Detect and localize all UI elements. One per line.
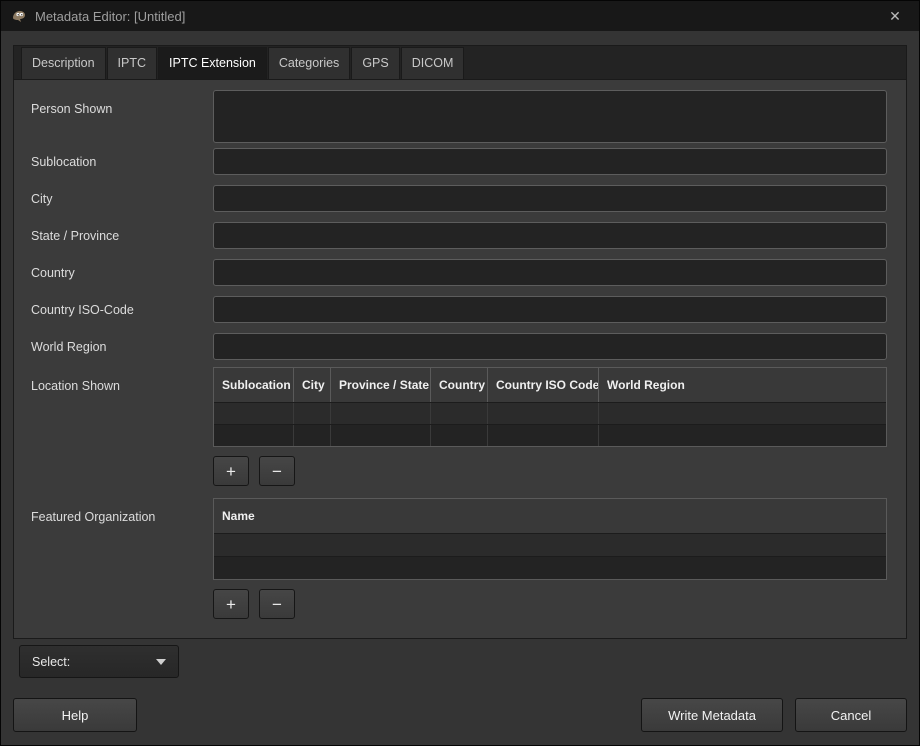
table-cell[interactable] <box>214 534 886 556</box>
window-title: Metadata Editor: [Untitled] <box>35 9 185 24</box>
plus-icon: + <box>226 596 236 613</box>
plus-icon: + <box>226 463 236 480</box>
table-cell[interactable] <box>214 425 294 446</box>
app-icon <box>11 8 27 24</box>
footer: Help Write Metadata Cancel <box>1 698 919 732</box>
column-header-province-state[interactable]: Province / State <box>331 368 431 402</box>
field-row-sublocation: Sublocation <box>31 148 887 175</box>
sublocation-label: Sublocation <box>31 155 213 169</box>
country-iso-code-label: Country ISO-Code <box>31 303 213 317</box>
field-row-country: Country <box>31 259 887 286</box>
table-cell[interactable] <box>431 403 488 424</box>
table-cell[interactable] <box>294 425 331 446</box>
notebook: Description IPTC IPTC Extension Categori… <box>13 45 907 639</box>
minus-icon: − <box>272 596 282 613</box>
person-shown-label: Person Shown <box>31 90 213 116</box>
tab-categories[interactable]: Categories <box>268 47 350 79</box>
table-cell[interactable] <box>331 425 431 446</box>
field-row-location-shown: Location Shown Sublocation City Province… <box>31 367 887 447</box>
table-cell[interactable] <box>599 403 886 424</box>
location-shown-table-header: Sublocation City Province / State Countr… <box>214 368 886 402</box>
column-header-country[interactable]: Country <box>431 368 488 402</box>
city-input[interactable] <box>213 185 887 212</box>
column-header-world-region[interactable]: World Region <box>599 368 886 402</box>
write-metadata-button[interactable]: Write Metadata <box>641 698 783 732</box>
close-icon[interactable]: ✕ <box>885 1 905 31</box>
location-shown-label: Location Shown <box>31 367 213 393</box>
tab-gps[interactable]: GPS <box>351 47 399 79</box>
add-organization-button[interactable]: + <box>213 589 249 619</box>
table-cell[interactable] <box>214 403 294 424</box>
country-iso-code-input[interactable] <box>213 296 887 323</box>
remove-organization-button[interactable]: − <box>259 589 295 619</box>
help-button[interactable]: Help <box>13 698 137 732</box>
featured-organization-table-header: Name <box>214 499 886 533</box>
sublocation-input[interactable] <box>213 148 887 175</box>
location-shown-button-row: + − <box>31 447 887 498</box>
table-row[interactable] <box>214 402 886 424</box>
country-label: Country <box>31 266 213 280</box>
tab-strip: Description IPTC IPTC Extension Categori… <box>13 45 907 79</box>
state-province-label: State / Province <box>31 229 213 243</box>
cancel-button[interactable]: Cancel <box>795 698 907 732</box>
table-row[interactable] <box>214 533 886 556</box>
table-cell[interactable] <box>431 425 488 446</box>
btn-row: + − <box>213 456 887 486</box>
country-input[interactable] <box>213 259 887 286</box>
column-header-name[interactable]: Name <box>214 499 886 533</box>
location-shown-table: Sublocation City Province / State Countr… <box>213 367 887 447</box>
tab-iptc[interactable]: IPTC <box>107 47 157 79</box>
field-row-city: City <box>31 185 887 212</box>
featured-organization-button-row: + − <box>31 580 887 631</box>
btn-row: + − <box>213 589 887 619</box>
add-row-button[interactable]: + <box>213 456 249 486</box>
minus-icon: − <box>272 463 282 480</box>
table-cell[interactable] <box>331 403 431 424</box>
select-dropdown-label: Select: <box>32 655 70 669</box>
table-cell[interactable] <box>214 557 886 579</box>
column-header-sublocation[interactable]: Sublocation <box>214 368 294 402</box>
featured-organization-label: Featured Organization <box>31 498 213 524</box>
world-region-label: World Region <box>31 340 213 354</box>
metadata-editor-window: Metadata Editor: [Untitled] ✕ Descriptio… <box>0 0 920 746</box>
select-dropdown[interactable]: Select: <box>19 645 179 678</box>
tab-iptc-extension[interactable]: IPTC Extension <box>158 47 267 79</box>
field-row-person-shown: Person Shown <box>31 90 887 143</box>
column-header-city[interactable]: City <box>294 368 331 402</box>
table-cell[interactable] <box>599 425 886 446</box>
table-cell[interactable] <box>488 425 599 446</box>
iptc-extension-page: Person Shown Sublocation City State / Pr… <box>13 79 907 639</box>
table-row[interactable] <box>214 424 886 446</box>
featured-organization-table: Name <box>213 498 887 580</box>
field-row-country-iso-code: Country ISO-Code <box>31 296 887 323</box>
table-row[interactable] <box>214 556 886 579</box>
table-cell[interactable] <box>488 403 599 424</box>
field-row-state-province: State / Province <box>31 222 887 249</box>
world-region-input[interactable] <box>213 333 887 360</box>
person-shown-textarea[interactable] <box>213 90 887 143</box>
tab-description[interactable]: Description <box>21 47 106 79</box>
titlebar[interactable]: Metadata Editor: [Untitled] ✕ <box>1 1 919 31</box>
field-row-world-region: World Region <box>31 333 887 360</box>
field-row-featured-organization: Featured Organization Name <box>31 498 887 580</box>
chevron-down-icon <box>156 659 166 665</box>
column-header-country-iso-code[interactable]: Country ISO Code <box>488 368 599 402</box>
city-label: City <box>31 192 213 206</box>
tab-dicom[interactable]: DICOM <box>401 47 465 79</box>
state-province-input[interactable] <box>213 222 887 249</box>
table-cell[interactable] <box>294 403 331 424</box>
remove-row-button[interactable]: − <box>259 456 295 486</box>
